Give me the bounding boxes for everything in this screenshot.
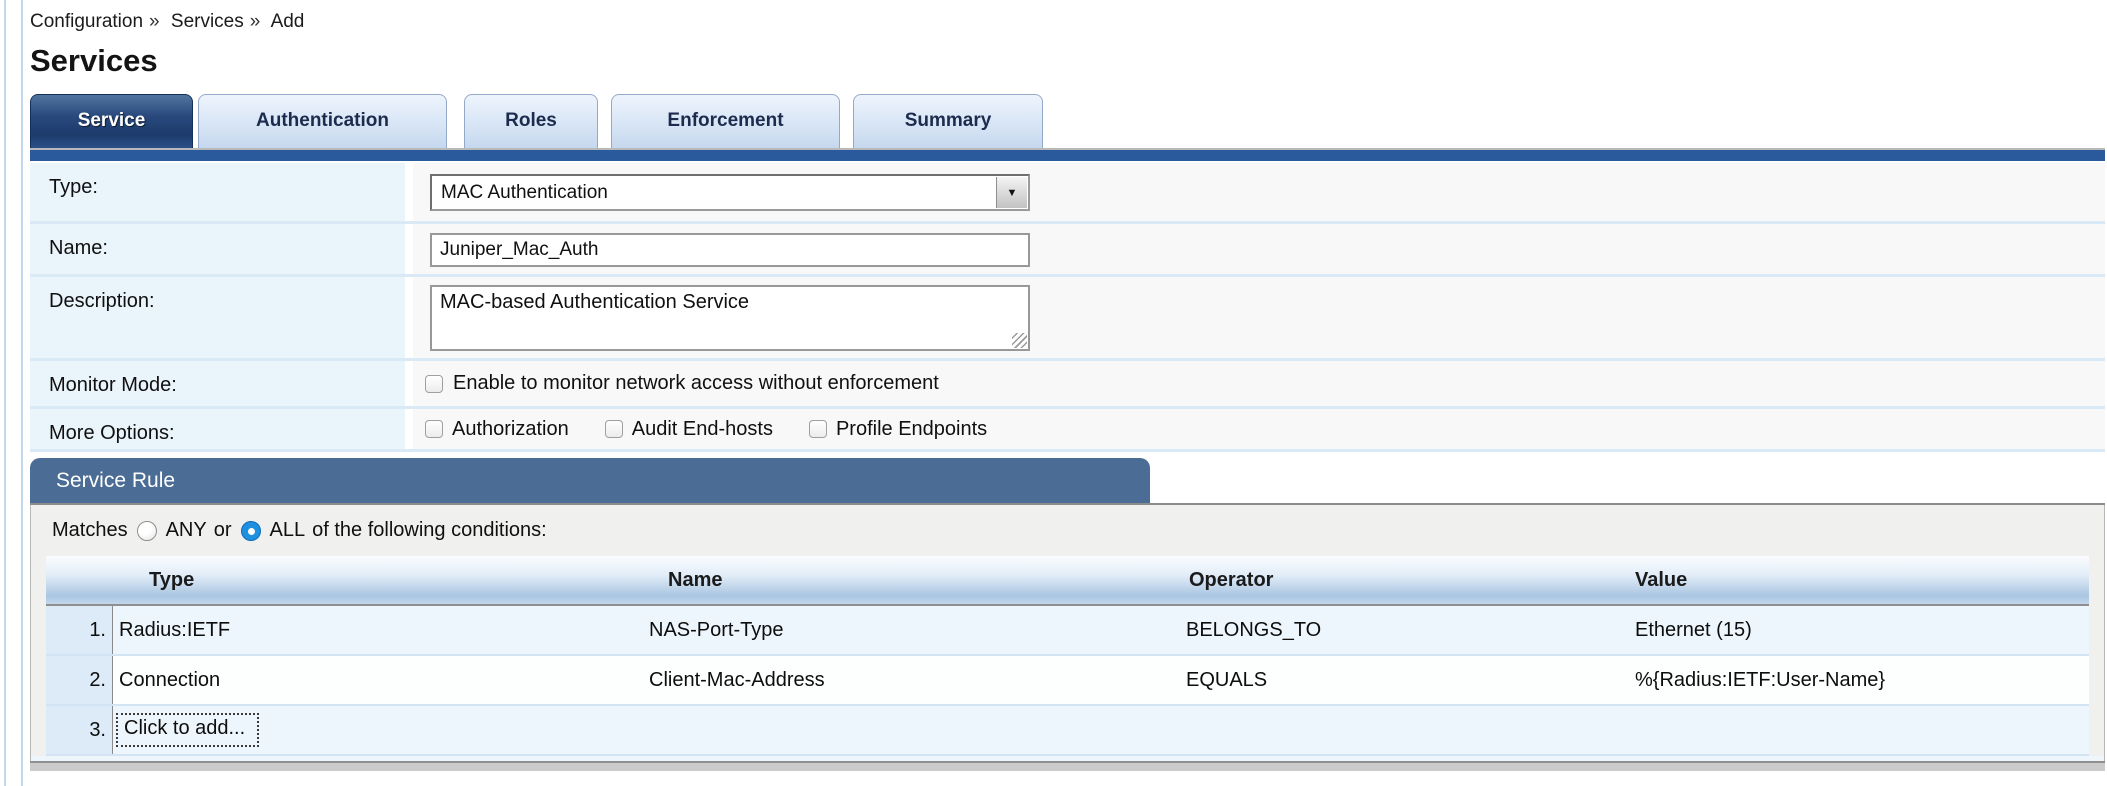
row-number: 1.	[46, 606, 113, 654]
service-rule-section: Matches ANY or ALL of the following cond…	[30, 505, 2105, 761]
monitor-mode-checkbox-label: Enable to monitor network access without…	[453, 372, 939, 395]
column-header-value: Value	[1631, 569, 2089, 592]
breadcrumb-separator: »	[250, 11, 261, 32]
tab-summary[interactable]: Summary	[853, 94, 1043, 148]
tab-authentication[interactable]: Authentication	[198, 94, 447, 148]
left-pane-divider	[4, 0, 6, 786]
form-row-description: Description: MAC-based Authentication Se…	[30, 277, 2105, 361]
type-label: Type:	[30, 163, 405, 221]
dropdown-arrow-icon[interactable]: ▼	[996, 177, 1027, 208]
column-header-name: Name	[646, 569, 1181, 592]
page-title: Services	[30, 43, 2105, 79]
tab-underline-bar	[30, 148, 2105, 161]
more-options-label: More Options:	[30, 409, 405, 449]
resize-grip-icon[interactable]	[1012, 333, 1027, 348]
condition-name: Client-Mac-Address	[646, 669, 1181, 692]
matches-conjunction: or	[214, 519, 232, 542]
condition-name: NAS-Port-Type	[646, 619, 1181, 642]
column-header-operator: Operator	[1181, 569, 1631, 592]
condition-value: Ethernet (15)	[1631, 619, 2089, 642]
description-value: MAC-based Authentication Service	[440, 291, 749, 313]
description-label: Description:	[30, 277, 405, 358]
description-textarea[interactable]: MAC-based Authentication Service	[430, 285, 1030, 351]
conditions-table-header: Type Name Operator Value	[46, 556, 2089, 606]
left-pane-divider	[21, 0, 23, 786]
profile-endpoints-checkbox[interactable]	[809, 420, 827, 438]
name-input-value: Juniper_Mac_Auth	[440, 239, 598, 261]
condition-row-1[interactable]: 1. Radius:IETF NAS-Port-Type BELONGS_TO …	[46, 606, 2089, 656]
matches-any-label: ANY	[166, 519, 207, 542]
tab-enforcement[interactable]: Enforcement	[611, 94, 840, 148]
form-row-more-options: More Options: Authorization Audit End-ho…	[30, 409, 2105, 452]
condition-row-2[interactable]: 2. Connection Client-Mac-Address EQUALS …	[46, 656, 2089, 706]
service-rule-section-header: Service Rule	[30, 458, 1150, 503]
type-select[interactable]: MAC Authentication ▼	[430, 174, 1030, 211]
breadcrumb: Configuration » Services » Add	[30, 0, 2105, 33]
tab-service[interactable]: Service	[30, 94, 193, 148]
matches-prefix: Matches	[52, 519, 128, 542]
matches-condition-row: Matches ANY or ALL of the following cond…	[31, 505, 2104, 556]
form-row-type: Type: MAC Authentication ▼	[30, 163, 2105, 224]
breadcrumb-configuration[interactable]: Configuration	[30, 11, 143, 32]
profile-endpoints-label: Profile Endpoints	[836, 418, 987, 441]
matches-all-radio[interactable]	[241, 521, 261, 541]
type-select-value: MAC Authentication	[441, 182, 608, 204]
matches-suffix: of the following conditions:	[312, 519, 547, 542]
audit-end-hosts-label: Audit End-hosts	[632, 418, 773, 441]
matches-all-label: ALL	[270, 519, 306, 542]
bottom-section-edge	[30, 761, 2105, 771]
service-form: Type: MAC Authentication ▼ Name: Juniper…	[30, 163, 2105, 452]
audit-end-hosts-checkbox[interactable]	[605, 420, 623, 438]
condition-value: %{Radius:IETF:User-Name}	[1631, 669, 2089, 692]
click-to-add-button[interactable]: Click to add...	[116, 713, 259, 747]
form-row-name: Name: Juniper_Mac_Auth	[30, 224, 2105, 277]
monitor-mode-label: Monitor Mode:	[30, 361, 405, 406]
breadcrumb-separator: »	[149, 11, 160, 32]
matches-any-radio[interactable]	[137, 521, 157, 541]
name-label: Name:	[30, 224, 405, 274]
form-row-monitor-mode: Monitor Mode: Enable to monitor network …	[30, 361, 2105, 409]
condition-type: Connection	[113, 669, 646, 692]
condition-operator: BELONGS_TO	[1181, 619, 1631, 642]
authorization-label: Authorization	[452, 418, 569, 441]
condition-operator: EQUALS	[1181, 669, 1631, 692]
tab-bar: Service Authentication Roles Enforcement…	[30, 93, 2105, 148]
condition-type: Radius:IETF	[113, 619, 646, 642]
breadcrumb-services[interactable]: Services	[171, 11, 244, 32]
services-config-page: Configuration » Services » Add Services Se…	[0, 0, 2107, 786]
column-header-type: Type	[113, 569, 646, 592]
condition-row-add: 3. Click to add...	[46, 706, 2089, 756]
row-number: 3.	[46, 706, 113, 754]
row-number: 2.	[46, 656, 113, 704]
tab-roles[interactable]: Roles	[464, 94, 598, 148]
authorization-checkbox[interactable]	[425, 420, 443, 438]
name-input[interactable]: Juniper_Mac_Auth	[430, 233, 1030, 267]
breadcrumb-add: Add	[271, 11, 305, 32]
conditions-table: Type Name Operator Value 1. Radius:IETF …	[46, 556, 2089, 756]
monitor-mode-checkbox[interactable]	[425, 375, 443, 393]
